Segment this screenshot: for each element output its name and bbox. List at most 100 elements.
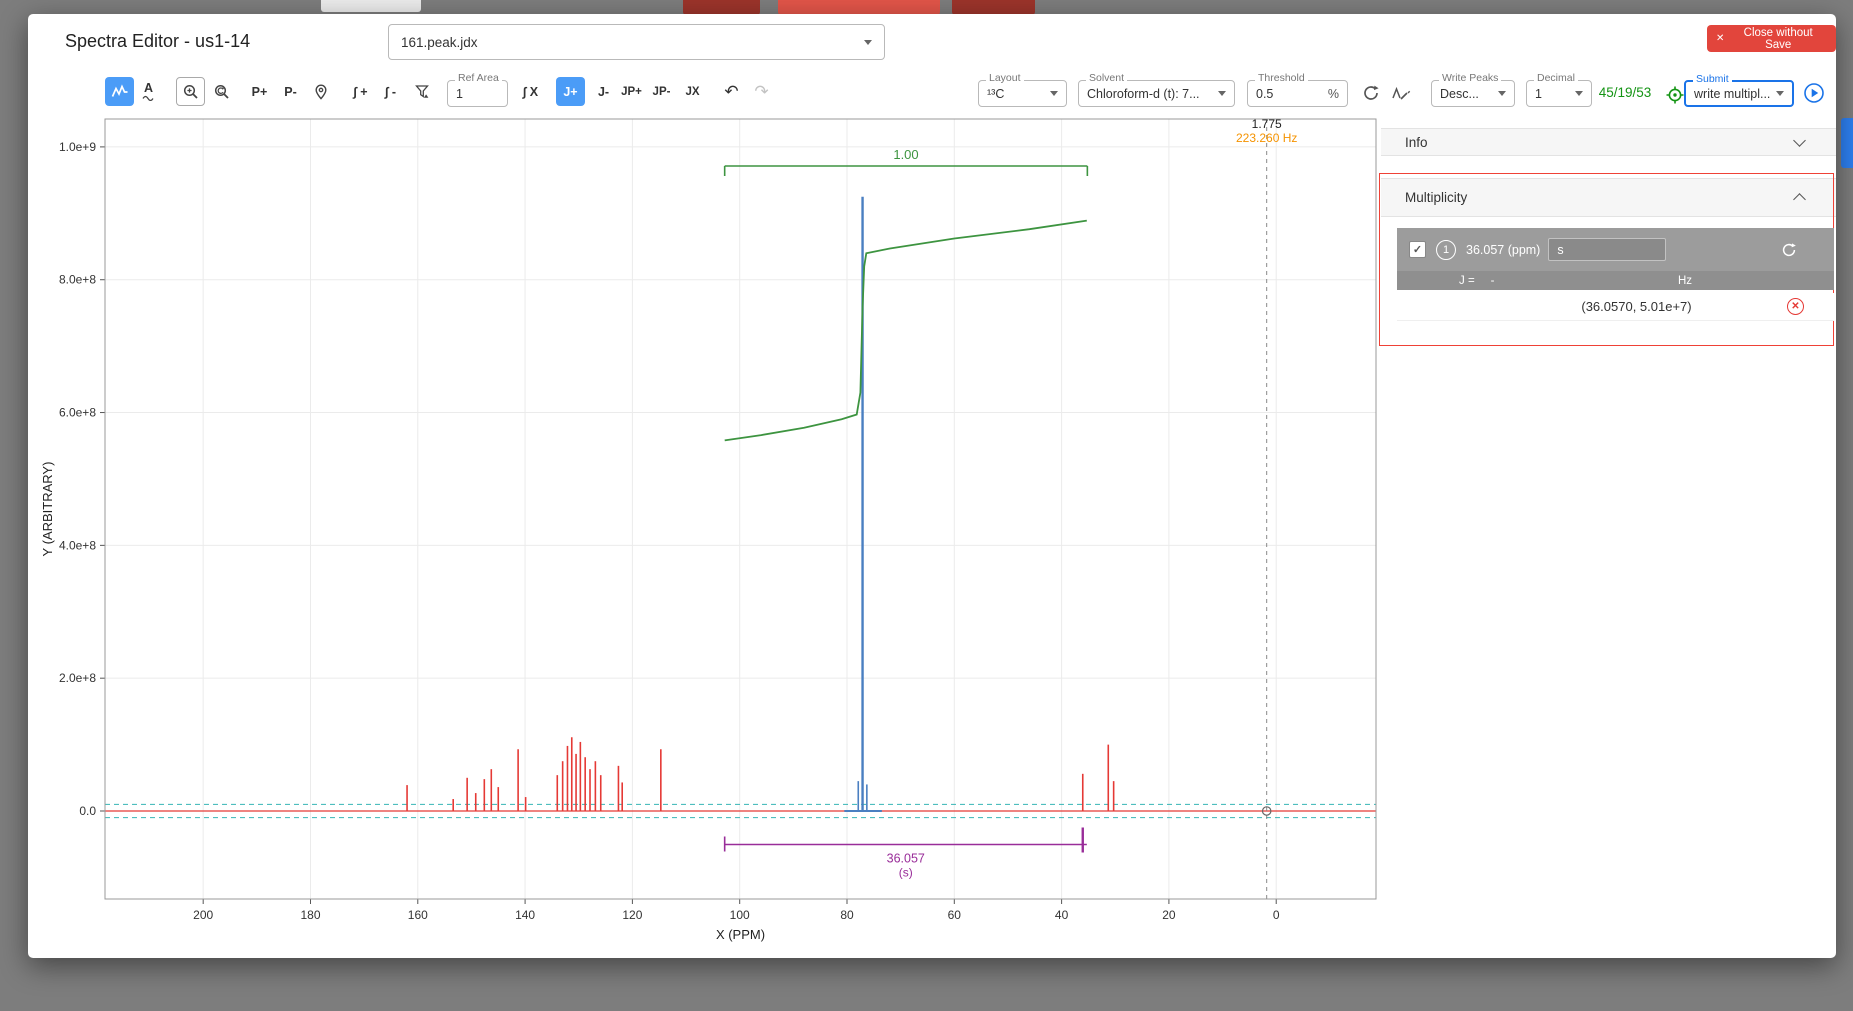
zoom-reset-button[interactable] <box>207 77 236 106</box>
svg-text:223.260 Hz: 223.260 Hz <box>1236 131 1297 145</box>
page-title: Spectra Editor - us1-14 <box>65 31 250 52</box>
multiplet-checkbox[interactable]: ✓ <box>1409 241 1426 258</box>
background-button-fragment-darkred-1 <box>683 0 760 15</box>
chevron-down-icon <box>1050 91 1058 96</box>
threshold-suffix: % <box>1328 87 1339 101</box>
multiplet-row[interactable]: ✓ 1 36.057 (ppm) <box>1397 228 1834 271</box>
threshold-input[interactable] <box>1256 81 1324 106</box>
chevron-down-icon <box>864 40 872 45</box>
solvent-value: Chloroform-d (t): 7... <box>1087 87 1200 101</box>
peak-pick-pointer-button[interactable] <box>306 77 335 106</box>
layout-select[interactable]: Layout ¹³C <box>978 80 1067 107</box>
ref-area-field[interactable]: Ref Area <box>447 80 508 107</box>
svg-text:20: 20 <box>1162 908 1176 922</box>
close-label: Close without Save <box>1729 27 1827 51</box>
j-coupling-add-button[interactable]: J+ <box>556 77 585 106</box>
svg-text:1.0e+9: 1.0e+9 <box>59 140 96 154</box>
play-icon <box>1803 82 1825 104</box>
svg-text:4.0e+8: 4.0e+8 <box>59 538 96 552</box>
svg-text:0: 0 <box>1273 908 1280 922</box>
apodization-tool-button[interactable]: A <box>134 77 163 106</box>
spectrum-file-select[interactable]: 161.peak.jdx <box>388 24 885 60</box>
svg-text:160: 160 <box>408 908 428 922</box>
peak-counter: 45/19/53 <box>1594 85 1656 100</box>
refresh-icon <box>1780 241 1798 259</box>
j-label: J = <box>1459 275 1475 287</box>
chevron-down-icon <box>1575 91 1583 96</box>
jp-remove-button[interactable]: JP- <box>647 77 676 106</box>
multiplicity-section-label: Multiplicity <box>1405 190 1467 205</box>
peak-row[interactable]: (36.0570, 5.01e+7) ✕ <box>1397 293 1834 321</box>
submit-value: write multipl... <box>1694 87 1770 101</box>
multiplicity-section-header[interactable]: Multiplicity <box>1381 178 1836 217</box>
auto-peak-annotate-button[interactable] <box>1388 80 1414 106</box>
background-fragment-blue <box>1841 118 1853 168</box>
multiplicity-input[interactable] <box>1548 238 1666 261</box>
zoom-reset-icon <box>213 83 231 101</box>
svg-text:Y (ARBITRARY): Y (ARBITRARY) <box>40 462 55 557</box>
multiplet-index-badge: 1 <box>1436 240 1456 260</box>
decimal-select[interactable]: Decimal 1 <box>1526 80 1592 107</box>
svg-text:(s): (s) <box>899 866 913 880</box>
background-button-fragment-light <box>321 0 421 12</box>
write-peaks-value: Desc... <box>1440 87 1479 101</box>
svg-text:6.0e+8: 6.0e+8 <box>59 406 96 420</box>
integral-remove-all-button[interactable]: ∫ X <box>516 77 545 106</box>
redo-button[interactable]: ↷ <box>747 77 776 106</box>
multiplet-refresh-button[interactable] <box>1780 241 1798 259</box>
ref-area-label: Ref Area <box>455 73 502 84</box>
peak-remove-button[interactable]: P- <box>276 77 305 106</box>
spectrum-chart[interactable]: 2001801601401201008060402000.02.0e+84.0e… <box>38 114 1388 954</box>
wave-icon <box>142 95 156 101</box>
chevron-down-icon <box>1776 91 1784 96</box>
j-coupling-remove-button[interactable]: J- <box>589 77 618 106</box>
svg-text:0.0: 0.0 <box>79 804 96 818</box>
solvent-label: Solvent <box>1086 73 1127 84</box>
info-section-header[interactable]: Info <box>1381 128 1836 156</box>
jx-button[interactable]: JX <box>678 77 707 106</box>
j-value: - <box>1491 275 1495 287</box>
integral-add-button[interactable]: ∫ + <box>346 77 375 106</box>
chevron-down-icon <box>1218 91 1226 96</box>
svg-text:1.00: 1.00 <box>893 147 918 162</box>
svg-text:180: 180 <box>300 908 320 922</box>
chevron-down-icon <box>1498 91 1506 96</box>
undo-button[interactable]: ↶ <box>717 77 746 106</box>
layout-value: ¹³C <box>987 87 1004 101</box>
hz-unit-label: Hz <box>1678 275 1692 287</box>
zoom-in-button[interactable] <box>176 77 205 106</box>
peak-add-button[interactable]: P+ <box>245 77 274 106</box>
chevron-up-icon <box>1793 193 1806 206</box>
write-peaks-select[interactable]: Write Peaks Desc... <box>1431 80 1515 107</box>
integral-filter-button[interactable] <box>407 77 436 106</box>
svg-text:36.057: 36.057 <box>887 852 925 866</box>
jp-add-button[interactable]: JP+ <box>617 77 646 106</box>
peak-pencil-icon <box>1391 83 1411 103</box>
submit-label: Submit <box>1693 74 1732 85</box>
delete-peak-button[interactable]: ✕ <box>1787 298 1804 315</box>
close-without-save-button[interactable]: ✕ Close without Save <box>1707 25 1836 52</box>
decimal-value: 1 <box>1535 87 1542 101</box>
svg-text:60: 60 <box>948 908 962 922</box>
svg-text:120: 120 <box>622 908 642 922</box>
multiplet-ppm-label: 36.057 (ppm) <box>1466 243 1540 257</box>
layout-label: Layout <box>986 73 1024 84</box>
decimal-label: Decimal <box>1534 73 1578 84</box>
integral-remove-button[interactable]: ∫ - <box>376 77 405 106</box>
run-submit-button[interactable] <box>1801 80 1827 106</box>
threshold-field[interactable]: Threshold % <box>1247 80 1348 107</box>
refresh-icon <box>1361 83 1381 103</box>
submit-select[interactable]: Submit write multipl... <box>1684 80 1794 107</box>
a-glyph: A <box>144 82 153 95</box>
info-section-label: Info <box>1405 135 1428 150</box>
background-button-fragment-darkred-2 <box>952 0 1035 15</box>
peaks-tool-button[interactable] <box>105 77 134 106</box>
refresh-button[interactable] <box>1358 80 1384 106</box>
filter-funnel-icon <box>413 83 431 101</box>
svg-text:80: 80 <box>840 908 854 922</box>
svg-text:8.0e+8: 8.0e+8 <box>59 273 96 287</box>
solvent-select[interactable]: Solvent Chloroform-d (t): 7... <box>1078 80 1235 107</box>
peak-value: (36.0570, 5.01e+7) <box>1539 299 1691 314</box>
chart-line-icon <box>111 83 129 101</box>
ref-area-input[interactable] <box>456 81 499 106</box>
